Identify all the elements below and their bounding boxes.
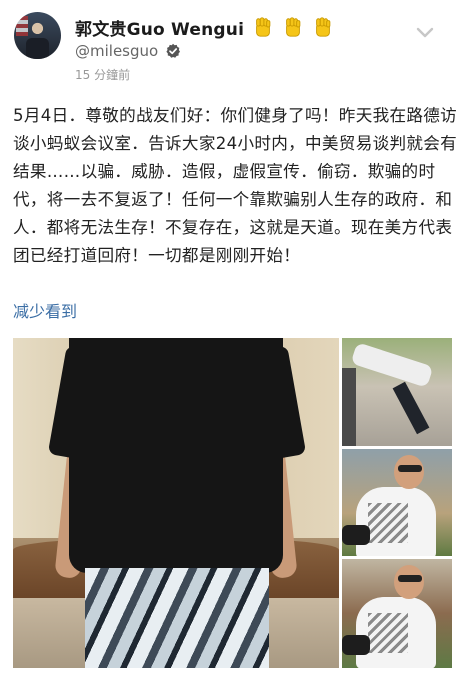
chevron-down-icon[interactable] (415, 26, 435, 40)
author-row: 郭文贵Guo Wengui (75, 14, 334, 40)
avatar[interactable] (14, 12, 61, 59)
head-shape (394, 455, 424, 489)
head-shape (394, 565, 424, 599)
patterned-pants-shape (85, 568, 269, 668)
raised-fist-icon (286, 17, 301, 37)
legs-shape (392, 381, 430, 435)
sunglasses-shape (398, 465, 422, 472)
photo-grid (13, 338, 452, 668)
person-shape (350, 342, 434, 388)
sunglasses-shape (398, 575, 422, 582)
raised-fist-icon (256, 17, 271, 37)
rail-shape (342, 368, 356, 446)
flag-shape (16, 16, 28, 36)
post-body-text: 5月4日．尊敬的战友们好：你们健身了吗！昨天我在路德访谈小蚂蚁会议室．告诉大家2… (13, 106, 458, 265)
photo-white-tshirt-front[interactable] (342, 449, 452, 556)
post-timestamp: 15 分鐘前 (75, 68, 131, 82)
handle-row: @milesguo (75, 42, 181, 60)
sleeve-shape (342, 635, 370, 655)
sleeve-shape (342, 525, 370, 545)
suit-shape (26, 38, 49, 59)
black-tshirt-shape (69, 338, 283, 573)
author-name[interactable]: 郭文贵Guo Wengui (75, 15, 244, 40)
raised-fist-icon (316, 17, 331, 37)
author-handle[interactable]: @milesguo (75, 42, 158, 60)
photo-main-black-tshirt[interactable] (13, 338, 339, 668)
post-header: 郭文贵Guo Wengui @milesguo 15 分鐘前 (0, 0, 473, 92)
verified-badge-icon (166, 43, 181, 58)
photo-white-tshirt-back[interactable] (342, 559, 452, 668)
photo-pushup-outdoor[interactable] (342, 338, 452, 446)
tshirt-print-shape (368, 503, 408, 543)
show-less-link[interactable]: 减少看到 (13, 298, 77, 322)
tshirt-print-shape (368, 613, 408, 653)
